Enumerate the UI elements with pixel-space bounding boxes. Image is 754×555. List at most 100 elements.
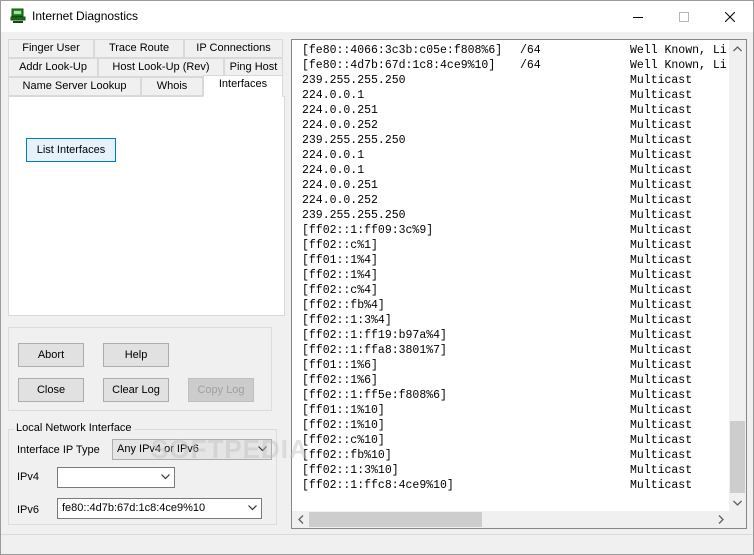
log-type: Multicast [630,404,693,417]
clear-log-button[interactable]: Clear Log [103,378,169,402]
title-bar: Internet Diagnostics [1,1,753,32]
log-type: Multicast [630,419,693,432]
maximize-button[interactable] [661,1,707,32]
help-button[interactable]: Help [103,343,169,367]
log-address: [ff02::1%4] [302,269,378,282]
log-type: Multicast [630,104,693,117]
log-address: [ff02::1:ff09:3c%9] [302,224,434,237]
log-address: [ff02::c%4] [302,284,378,297]
tab-interfaces[interactable]: Interfaces [203,75,283,97]
log-output[interactable]: [fe80::4066:3c3b:c05e:f808%6]/64 Well Kno… [291,39,747,529]
tab-finger-user[interactable]: Finger User [8,39,94,58]
log-type: Multicast [630,344,693,357]
scrollbar-corner [729,511,746,528]
log-type: Multicast [630,269,693,282]
close-window-button[interactable] [707,1,753,32]
window-title: Internet Diagnostics [32,9,139,23]
log-address: [ff02::fb%4] [302,299,385,312]
log-address: [ff02::1:3%10] [302,464,399,477]
interfaces-panel: List Interfaces [8,96,285,316]
log-type: Multicast [630,119,693,132]
network-app-icon [10,8,26,24]
tab-trace-route[interactable]: Trace Route [94,39,184,58]
vertical-scroll-thumb[interactable] [730,421,745,493]
log-type: Multicast [630,329,693,342]
abort-button[interactable]: Abort [18,343,84,367]
scroll-down-icon[interactable] [729,494,746,511]
log-address: 224.0.0.251 [302,179,378,192]
tab-whois[interactable]: Whois [141,77,203,96]
log-address: 239.255.255.250 [302,134,406,147]
log-address: [ff01::1%6] [302,359,378,372]
log-address: [ff01::1%10] [302,404,385,417]
ipv4-label: IPv4 [17,471,40,483]
log-type: Multicast [630,284,693,297]
log-address: 224.0.0.252 [302,119,378,132]
app-window: Internet Diagnostics Finger User Trace R… [0,0,754,555]
horizontal-scrollbar[interactable] [292,511,729,528]
log-type: Well Known, Li [630,44,727,57]
scroll-right-icon[interactable] [712,511,729,528]
log-address: [ff02::c%1] [302,239,378,252]
log-type: Multicast [630,254,693,267]
log-type: Multicast [630,464,693,477]
horizontal-scroll-thumb[interactable] [309,512,482,527]
log-type: Multicast [630,209,693,222]
log-type: Multicast [630,179,693,192]
log-address: 224.0.0.252 [302,194,378,207]
log-address: 224.0.0.1 [302,149,365,162]
chevron-down-icon [161,474,170,480]
log-type: Multicast [630,239,693,252]
log-type: Well Known, Li [630,59,727,72]
vertical-scrollbar[interactable] [729,40,746,511]
log-type: Multicast [630,449,693,462]
list-interfaces-button[interactable]: List Interfaces [26,138,116,162]
log-type: Multicast [630,224,693,237]
log-address: [fe80::4066:3c3b:c05e:f808%6] [302,44,503,57]
log-type: Multicast [630,89,693,102]
log-type: Multicast [630,359,693,372]
minimize-button[interactable] [615,1,661,32]
maximize-icon [679,11,689,22]
log-address: [ff02::1:ff5e:f808%6] [302,389,447,402]
log-address: [ff02::fb%10] [302,449,392,462]
log-type: Multicast [630,374,693,387]
close-button[interactable]: Close [18,378,84,402]
log-address: [fe80::4d7b:67d:1c8:4ce9%10] [302,59,496,72]
group-label: Local Network Interface [14,422,134,434]
log-type: Multicast [630,149,693,162]
ipv4-select[interactable] [57,467,175,488]
action-buttons-group: Abort Help Close Clear Log Copy Log [8,327,272,411]
scroll-left-icon[interactable] [292,511,309,528]
log-address: [ff02::1:3%4] [302,314,392,327]
log-address: [ff02::1:ff19:b97a%4] [302,329,447,342]
close-icon [725,11,735,22]
log-address: [ff02::1%10] [302,419,385,432]
chevron-down-icon [248,505,257,511]
log-type: Multicast [630,164,693,177]
ipv6-select[interactable]: fe80::4d7b:67d:1c8:4ce9%10 [57,498,262,519]
log-type: Multicast [630,74,693,87]
log-address: [ff02::1:ffc8:4ce9%10] [302,479,454,492]
scroll-up-icon[interactable] [729,40,746,57]
log-prefix: /64 [520,59,541,72]
log-address: 239.255.255.250 [302,209,406,222]
log-address: 224.0.0.1 [302,164,365,177]
log-type: Multicast [630,299,693,312]
log-address: 239.255.255.250 [302,74,406,87]
interface-ip-type-label: Interface IP Type [17,444,100,456]
log-address: [ff01::1%4] [302,254,378,267]
log-address: [ff02::1:ffa8:3801%7] [302,344,447,357]
minimize-icon [633,16,643,18]
softpedia-watermark: SOFTPEDIA [151,434,309,464]
log-address: [ff02::1%6] [302,374,378,387]
status-bar [1,534,753,554]
tab-ip-connections[interactable]: IP Connections [184,39,283,58]
log-type: Multicast [630,134,693,147]
copy-log-button: Copy Log [188,378,254,402]
log-type: Multicast [630,479,693,492]
tab-addr-lookup[interactable]: Addr Look-Up [8,58,98,77]
log-type: Multicast [630,314,693,327]
log-type: Multicast [630,389,693,402]
tab-name-server-lookup[interactable]: Name Server Lookup [8,77,141,96]
